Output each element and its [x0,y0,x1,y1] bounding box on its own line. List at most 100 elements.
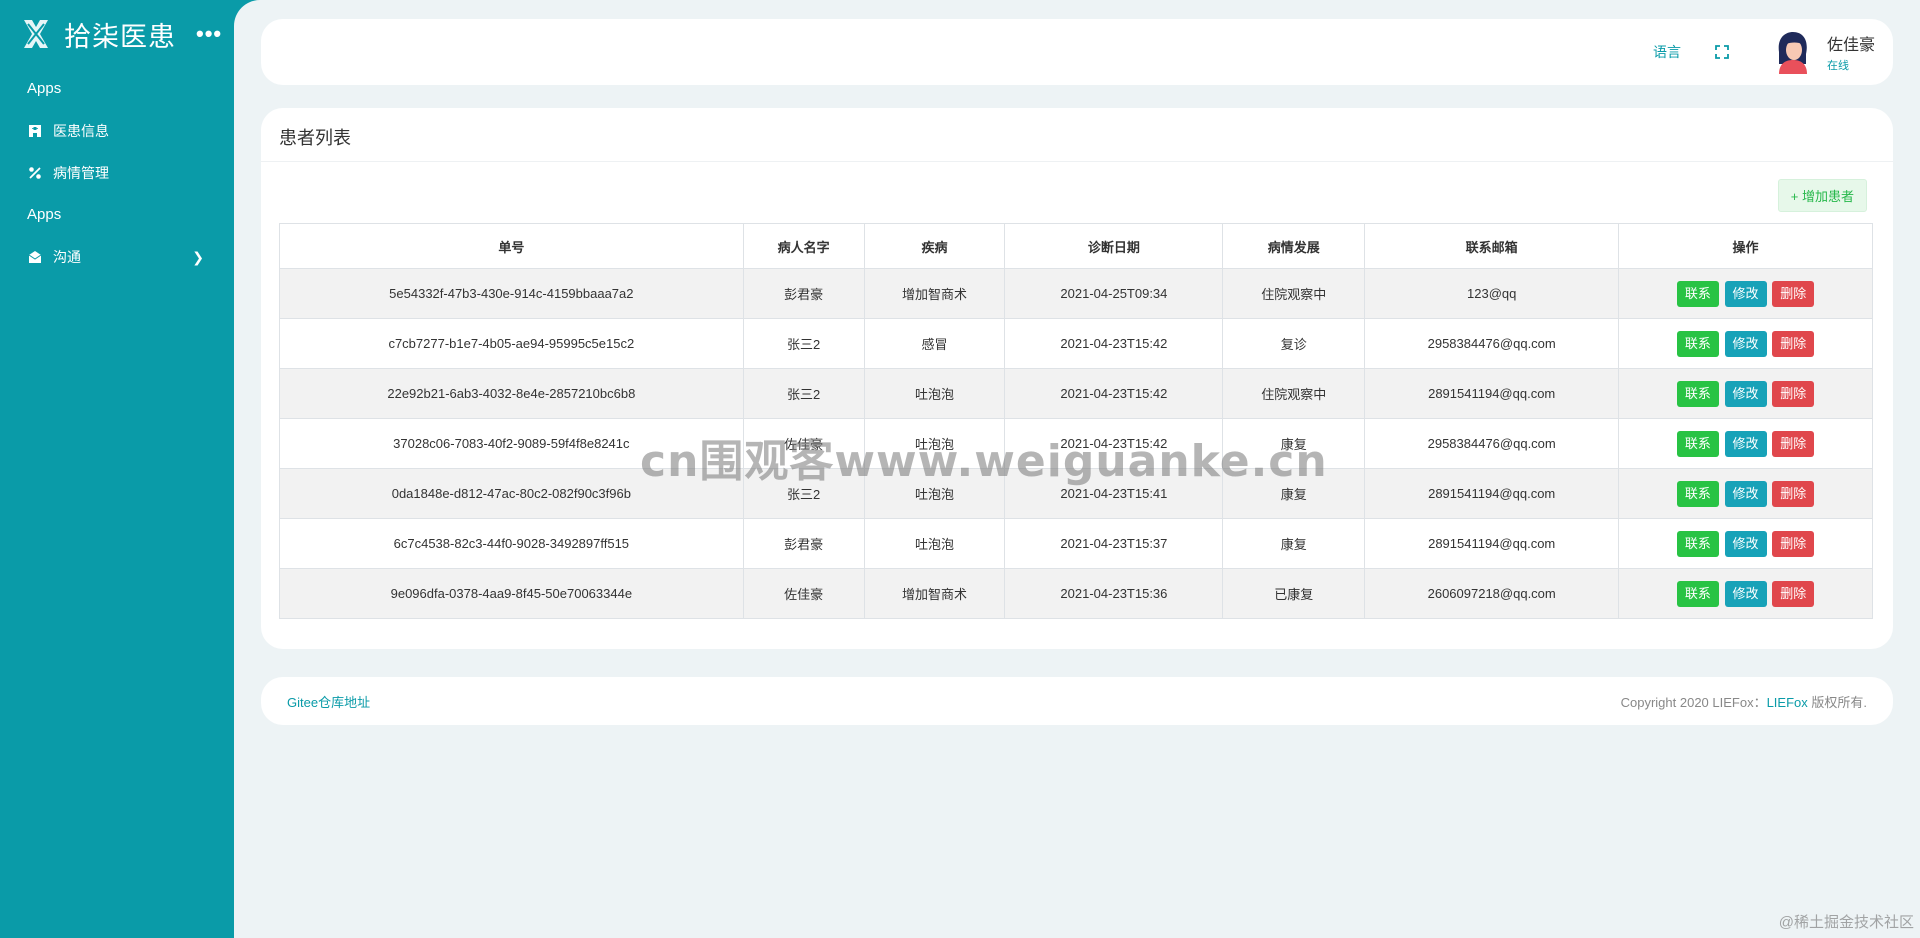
cell-progress: 住院观察中 [1222,268,1366,319]
delete-button[interactable]: 删除 [1772,280,1815,307]
cell-progress: 已康复 [1222,568,1366,619]
cell-disease: 增加智商术 [863,568,1006,619]
cell-progress: 康复 [1222,518,1366,569]
cell-name: 彭君豪 [742,518,865,569]
cell-id: 22e92b21-6ab3-4032-8e4e-2857210bc6b8 [279,368,744,419]
edit-button[interactable]: 修改 [1724,480,1767,507]
cell-id: 9e096dfa-0378-4aa9-8f45-50e70063344e [279,568,744,619]
avatar[interactable] [1773,30,1813,74]
table-row: 22e92b21-6ab3-4032-8e4e-2857210bc6b8 张三2… [279,368,1873,419]
main-content: 语言 佐佳豪 在线 患者列表 + 增加患者 单号 病人名字 疾病 诊断日期 病情… [234,0,1920,938]
table-row: 9e096dfa-0378-4aa9-8f45-50e70063344e 佐佳豪… [279,568,1873,619]
contact-button[interactable]: 联系 [1676,480,1719,507]
cell-name: 张三2 [742,318,865,369]
nav-section-apps-2: Apps [27,206,62,223]
delete-button[interactable]: 删除 [1772,580,1815,607]
more-icon[interactable]: ••• [196,21,222,47]
table-row: 6c7c4538-82c3-44f0-9028-3492897ff515 彭君豪… [279,518,1873,569]
copyright-suffix: 版权所有. [1807,694,1867,710]
cell-email: 2606097218@qq.com [1364,568,1620,619]
page-title: 患者列表 [261,108,1893,162]
cell-id: 6c7c4538-82c3-44f0-9028-3492897ff515 [279,518,744,569]
cell-id: 0da1848e-d812-47ac-80c2-082f90c3f96b [279,468,744,519]
add-patient-button[interactable]: + 增加患者 [1777,179,1867,212]
cell-date: 2021-04-23T15:36 [1004,568,1224,619]
cell-date: 2021-04-23T15:42 [1004,318,1224,369]
cell-disease: 吐泡泡 [863,418,1006,469]
cell-progress: 康复 [1222,418,1366,469]
table-row: 0da1848e-d812-47ac-80c2-082f90c3f96b 张三2… [279,468,1873,519]
sidebar-item-communication[interactable]: 沟通 ❯ [0,236,234,278]
sidebar-item-label: 医患信息 [53,123,109,139]
brand: 拾柒医患 ••• [0,0,234,68]
contact-button[interactable]: 联系 [1676,580,1719,607]
table-row: 5e54332f-47b3-430e-914c-4159bbaaa7a2 彭君豪… [279,268,1873,319]
edit-button[interactable]: 修改 [1724,380,1767,407]
col-progress-header[interactable]: 病情发展 [1222,223,1366,269]
gitee-repo-link[interactable]: Gitee仓库地址 [287,692,370,711]
user-status: 在线 [1826,60,1849,72]
table-body: 5e54332f-47b3-430e-914c-4159bbaaa7a2 彭君豪… [279,268,1873,619]
cell-name: 张三2 [742,368,865,419]
cell-email: 2958384476@qq.com [1364,418,1620,469]
contact-button[interactable]: 联系 [1676,380,1719,407]
delete-button[interactable]: 删除 [1772,530,1815,557]
language-button[interactable]: 语言 [1653,42,1681,62]
page-footer: Gitee仓库地址 Copyright 2020 LIEFox：LIEFox 版… [261,677,1893,725]
sidebar-item-label: 沟通 [53,249,81,265]
delete-button[interactable]: 删除 [1772,330,1815,357]
cell-actions: 联系 修改 删除 [1618,468,1873,519]
brand-name: 拾柒医患 [64,21,176,52]
col-actions-header: 操作 [1618,223,1873,269]
edit-button[interactable]: 修改 [1724,430,1767,457]
cell-name: 佐佳豪 [742,418,865,469]
sidebar-item-condition-mgmt[interactable]: 病情管理 [0,152,234,194]
cell-actions: 联系 修改 删除 [1618,568,1873,619]
col-date-header[interactable]: 诊断日期 [1004,223,1224,269]
cell-disease: 吐泡泡 [863,368,1006,419]
user-info[interactable]: 佐佳豪 在线 [1827,31,1875,73]
cell-email: 2958384476@qq.com [1364,318,1620,369]
col-id-header[interactable]: 单号 [279,223,744,269]
edit-button[interactable]: 修改 [1724,530,1767,557]
col-email-header[interactable]: 联系邮箱 [1364,223,1620,269]
cell-email: 2891541194@qq.com [1364,518,1620,569]
sidebar-item-patient-info[interactable]: 医患信息 [0,110,234,152]
edit-button[interactable]: 修改 [1724,280,1767,307]
col-disease-header[interactable]: 疾病 [863,223,1006,269]
edit-button[interactable]: 修改 [1724,330,1767,357]
fullscreen-icon[interactable] [1715,45,1729,59]
cell-id: c7cb7277-b1e7-4b05-ae94-95995c5e15c2 [279,318,744,369]
contact-button[interactable]: 联系 [1676,280,1719,307]
cell-name: 彭君豪 [742,268,865,319]
contact-button[interactable]: 联系 [1676,430,1719,457]
cell-date: 2021-04-23T15:42 [1004,368,1224,419]
cell-id: 37028c06-7083-40f2-9089-59f4f8e8241c [279,418,744,469]
table-row: c7cb7277-b1e7-4b05-ae94-95995c5e15c2 张三2… [279,318,1873,369]
contact-button[interactable]: 联系 [1676,530,1719,557]
top-header: 语言 佐佳豪 在线 [261,19,1893,85]
cell-name: 佐佳豪 [742,568,865,619]
delete-button[interactable]: 删除 [1772,380,1815,407]
delete-button[interactable]: 删除 [1772,430,1815,457]
cell-disease: 吐泡泡 [863,518,1006,569]
edit-button[interactable]: 修改 [1724,580,1767,607]
delete-button[interactable]: 删除 [1772,480,1815,507]
cell-date: 2021-04-25T09:34 [1004,268,1224,319]
cell-progress: 住院观察中 [1222,368,1366,419]
contact-button[interactable]: 联系 [1676,330,1719,357]
copyright: Copyright 2020 LIEFox：LIEFox 版权所有. [1621,692,1867,711]
cell-actions: 联系 修改 删除 [1618,368,1873,419]
cell-date: 2021-04-23T15:42 [1004,418,1224,469]
cell-disease: 感冒 [863,318,1006,369]
col-name-header[interactable]: 病人名字 [742,223,865,269]
table-header-row: 单号 病人名字 疾病 诊断日期 病情发展 联系邮箱 操作 [279,223,1873,269]
cell-name: 张三2 [742,468,865,519]
copyright-prefix: Copyright 2020 LIEFox： [1620,694,1767,710]
cell-date: 2021-04-23T15:37 [1004,518,1224,569]
patient-list-card: 患者列表 + 增加患者 单号 病人名字 疾病 诊断日期 病情发展 联系邮箱 操作 [261,108,1893,649]
cell-disease: 增加智商术 [863,268,1006,319]
copyright-brand-link[interactable]: LIEFox [1767,695,1808,710]
percent-icon [27,165,43,181]
hospital-icon [27,123,43,139]
